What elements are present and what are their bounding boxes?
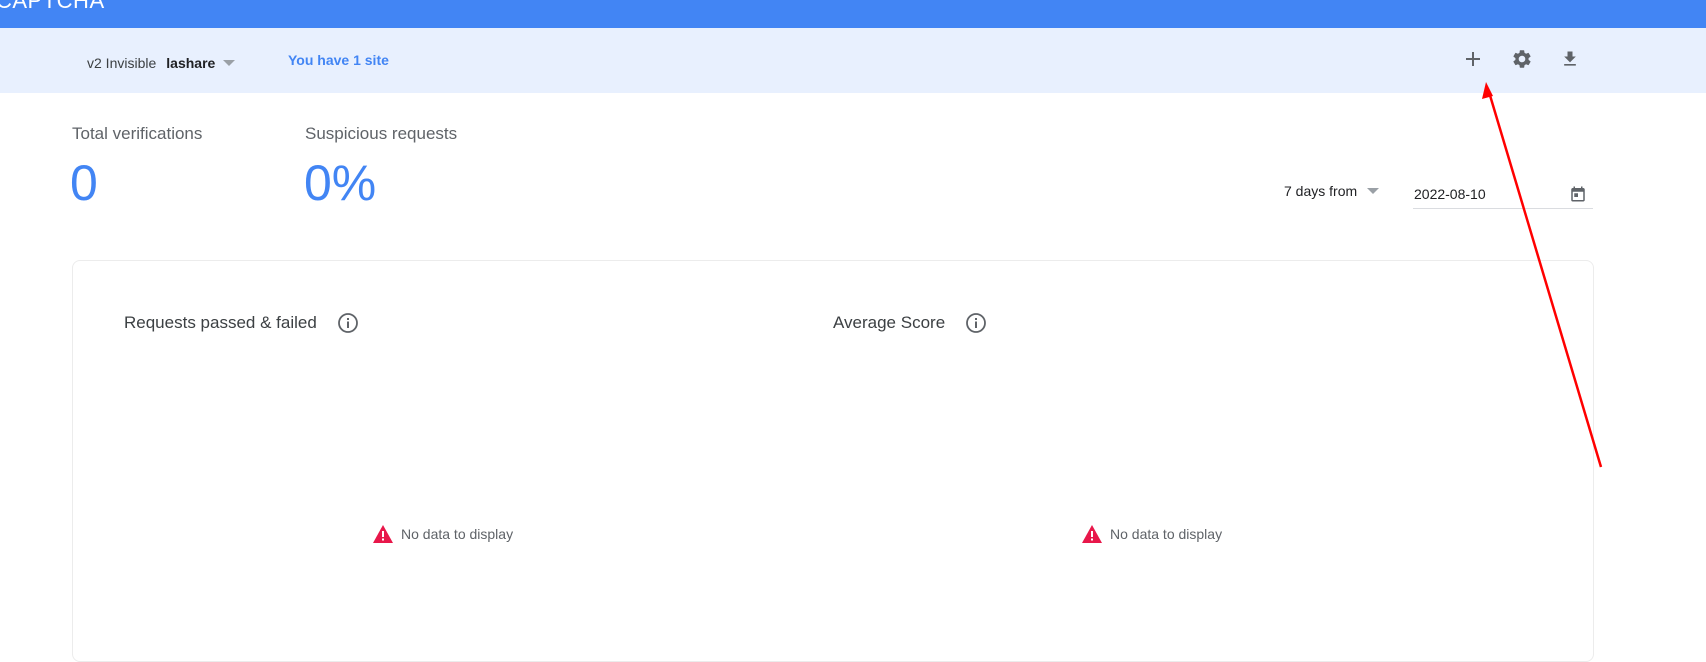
- site-count-link[interactable]: You have 1 site: [288, 52, 389, 68]
- requests-empty-state: No data to display: [372, 524, 513, 544]
- warning-icon: [373, 525, 393, 543]
- total-verifications-label: Total verifications: [72, 124, 203, 143]
- chevron-down-icon: [1367, 188, 1380, 194]
- site-toolbar: v2 Invisible lashare You have 1 site: [0, 28, 1706, 93]
- suspicious-requests-value: 0%: [304, 155, 377, 211]
- info-icon[interactable]: [965, 312, 987, 334]
- settings-button[interactable]: [1507, 44, 1537, 74]
- gear-icon: [1513, 50, 1531, 68]
- stats-card: Requests passed & failed No data to disp…: [72, 260, 1594, 662]
- average-score-panel-title: Average Score: [833, 312, 987, 334]
- download-icon: [1564, 51, 1576, 66]
- info-icon[interactable]: [337, 312, 359, 334]
- average-score-title-text: Average Score: [833, 313, 946, 332]
- calendar-button[interactable]: [1569, 185, 1587, 208]
- start-date-field: [1413, 182, 1593, 209]
- app-title: CAPTCHA: [0, 0, 105, 13]
- warning-icon: [1082, 525, 1102, 543]
- requests-panel-title: Requests passed & failed: [124, 312, 359, 334]
- top-app-bar: CAPTCHA: [0, 0, 1706, 28]
- start-date-input[interactable]: [1414, 186, 1554, 202]
- site-name-label: lashare: [166, 55, 216, 71]
- suspicious-requests-label: Suspicious requests: [305, 124, 458, 143]
- site-type-label: v2 Invisible: [87, 55, 157, 71]
- site-selector-dropdown[interactable]: v2 Invisible lashare: [87, 52, 236, 74]
- date-range-label: 7 days from: [1284, 183, 1358, 199]
- total-verifications-value: 0: [70, 155, 98, 211]
- plus-icon: [1466, 52, 1480, 66]
- average-score-empty-text: No data to display: [1110, 526, 1223, 542]
- requests-title-text: Requests passed & failed: [124, 313, 317, 332]
- date-range-dropdown[interactable]: 7 days from: [1284, 183, 1380, 199]
- add-site-button[interactable]: [1458, 44, 1488, 74]
- download-button[interactable]: [1555, 44, 1585, 74]
- chevron-down-icon: [223, 60, 236, 66]
- calendar-icon: [1571, 186, 1585, 202]
- average-score-empty-state: No data to display: [1081, 524, 1222, 544]
- requests-empty-text: No data to display: [401, 526, 514, 542]
